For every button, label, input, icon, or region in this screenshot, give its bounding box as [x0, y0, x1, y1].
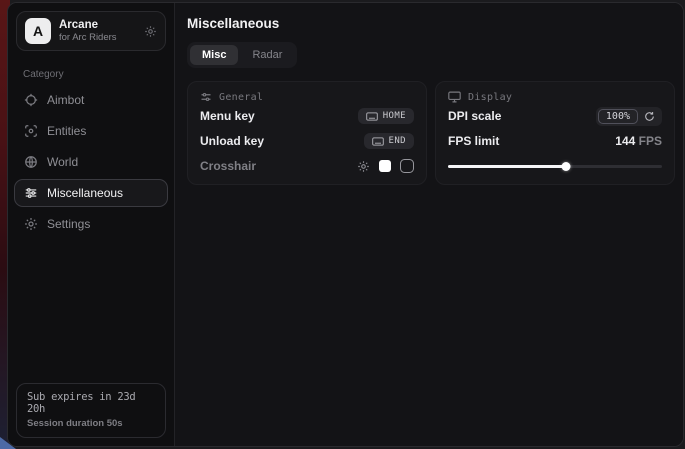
- app-subtitle: for Arc Riders: [59, 32, 117, 44]
- sidebar-item-label: Entities: [47, 124, 86, 138]
- sidebar-item-world[interactable]: World: [14, 148, 168, 176]
- display-card-title: Display: [468, 92, 512, 103]
- main-panel: Miscellaneous Misc Radar General: [175, 3, 684, 446]
- display-card-header: Display: [448, 91, 662, 103]
- menu-key-button[interactable]: HOME: [358, 108, 414, 124]
- sidebar: A Arcane for Arc Riders Category: [8, 3, 175, 446]
- tab-misc[interactable]: Misc: [190, 45, 238, 65]
- unload-key-button[interactable]: END: [364, 133, 414, 149]
- fps-unit: FPS: [635, 134, 662, 148]
- display-card: Display DPI scale 100%: [435, 81, 675, 185]
- sidebar-item-miscellaneous[interactable]: Miscellaneous: [14, 179, 168, 207]
- unload-key-label: Unload key: [200, 134, 264, 148]
- tab-bar: Misc Radar: [187, 42, 297, 68]
- fps-slider[interactable]: [448, 161, 662, 171]
- sidebar-item-settings[interactable]: Settings: [14, 210, 168, 238]
- crosshair-checkbox[interactable]: [400, 159, 414, 173]
- fps-number: 144: [615, 134, 635, 148]
- session-duration-text: Session duration 50s: [27, 418, 155, 429]
- dpi-scale-value[interactable]: 100%: [598, 109, 638, 124]
- crosshair-label: Crosshair: [200, 159, 256, 173]
- crosshair-settings-gear-icon[interactable]: [357, 160, 370, 173]
- account-gear-icon[interactable]: [144, 25, 157, 38]
- menu-key-value: HOME: [383, 111, 406, 121]
- crosshair-controls: [357, 159, 414, 173]
- dpi-scale-control: 100%: [596, 107, 662, 126]
- sidebar-nav: Aimbot Entities World: [8, 84, 174, 239]
- sliders-small-icon: [200, 91, 212, 103]
- category-label: Category: [23, 69, 174, 80]
- fps-limit-label: FPS limit: [448, 134, 499, 148]
- app-window: A Arcane for Arc Riders Category: [7, 2, 684, 447]
- dpi-scale-label: DPI scale: [448, 109, 501, 123]
- fps-limit-row: FPS limit 144 FPS: [448, 129, 662, 153]
- crosshair-icon: [24, 93, 38, 107]
- tab-radar[interactable]: Radar: [240, 45, 294, 65]
- subscription-info-box: Sub expires in 23d 20h Session duration …: [16, 383, 166, 438]
- crosshair-row: Crosshair: [200, 154, 414, 178]
- fps-slider-fill: [448, 165, 566, 168]
- sidebar-item-label: Aimbot: [47, 93, 84, 107]
- gear-icon: [24, 217, 38, 231]
- app-logo: A: [25, 18, 51, 44]
- sidebar-item-entities[interactable]: Entities: [14, 117, 168, 145]
- sidebar-item-aimbot[interactable]: Aimbot: [14, 86, 168, 114]
- dpi-scale-row: DPI scale 100%: [448, 104, 662, 128]
- unload-key-value: END: [389, 136, 406, 146]
- fps-slider-thumb[interactable]: [561, 162, 570, 171]
- dpi-reset-icon[interactable]: [644, 111, 655, 122]
- page-title: Miscellaneous: [187, 16, 675, 31]
- app-name: Arcane: [59, 18, 117, 32]
- sub-expires-text: Sub expires in 23d 20h: [27, 391, 155, 415]
- general-card-title: General: [219, 92, 263, 103]
- entities-icon: [24, 124, 38, 138]
- monitor-icon: [448, 91, 461, 103]
- sidebar-item-label: Settings: [47, 217, 90, 231]
- sidebar-item-label: Miscellaneous: [47, 186, 123, 200]
- account-text: Arcane for Arc Riders: [59, 18, 117, 44]
- general-card: General Menu key HOME Unload key: [187, 81, 427, 185]
- crosshair-color-swatch[interactable]: [379, 160, 391, 172]
- menu-key-label: Menu key: [200, 109, 255, 123]
- cards-row: General Menu key HOME Unload key: [187, 81, 675, 185]
- sliders-icon: [24, 186, 38, 200]
- account-card[interactable]: A Arcane for Arc Riders: [16, 11, 166, 51]
- globe-icon: [24, 155, 38, 169]
- sidebar-spacer: [8, 239, 174, 375]
- menu-key-row: Menu key HOME: [200, 104, 414, 128]
- general-card-header: General: [200, 91, 414, 103]
- unload-key-row: Unload key END: [200, 129, 414, 153]
- fps-limit-value: 144 FPS: [615, 134, 662, 148]
- sidebar-item-label: World: [47, 155, 78, 169]
- keyboard-icon: [366, 112, 378, 121]
- keyboard-icon: [372, 137, 384, 146]
